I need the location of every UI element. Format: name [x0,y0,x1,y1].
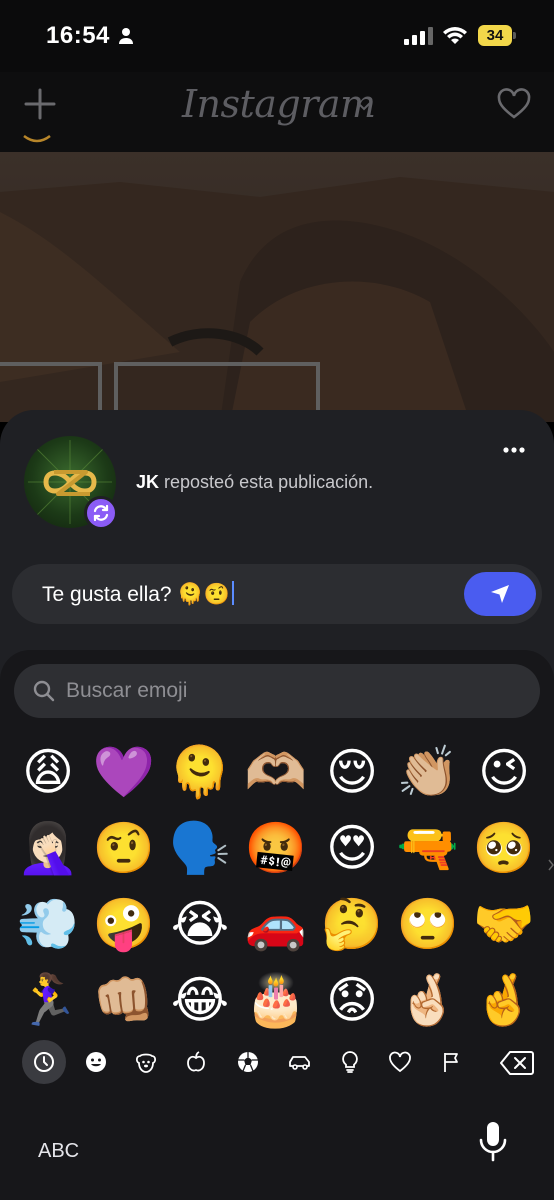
category-symbols[interactable] [380,1042,420,1082]
repost-caption: JK reposteó esta publicación. [136,472,373,493]
category-objects[interactable] [330,1042,370,1082]
category-food[interactable] [176,1042,216,1082]
send-icon [491,585,509,603]
emoji-key[interactable]: 🔫 [396,816,460,880]
emoji-key[interactable]: 😌 [320,740,384,804]
animals-icon [135,1053,157,1073]
comment-field: Te gusta ella? 🫠🤨 [42,581,234,607]
battery-level: 34 [478,25,512,46]
travel-icon [289,1056,310,1070]
emoji-key[interactable]: 🏃‍♀️ [16,968,80,1032]
emoji-key[interactable]: 😭 [168,892,232,956]
emoji-key[interactable]: 🎂 [244,968,308,1032]
emoji-key[interactable]: 🚗 [244,892,308,956]
emoji-key[interactable]: 🥺 [472,816,536,880]
battery-tip [513,32,516,39]
abc-key[interactable]: ABC [38,1140,79,1163]
symbols-icon [389,1051,411,1073]
heart-icon[interactable] [497,88,531,120]
category-activity[interactable] [228,1042,268,1082]
scroll-indicator-icon [548,859,554,871]
repost-badge [84,496,118,530]
emoji-keyboard: Buscar emoji 😩 💜 🫠 🫶🏼 😌 👏🏼 😉 🤦🏻‍♀️ 🤨 🗣️ 🤬 😍 🔫 🥺 💨 🤪 😭 🚗 🤔 🙄… [0,650,554,1200]
emoji-key[interactable]: 🙄 [396,892,460,956]
emoji-key[interactable]: 🤨 [92,816,156,880]
emoji-key[interactable]: 😉 [472,740,536,804]
emoji-key[interactable]: 😂 [168,968,232,1032]
recent-icon [34,1052,54,1072]
emoji-key[interactable]: 😟 [320,968,384,1032]
emoji-key[interactable]: 🫶🏼 [244,740,308,804]
emoji-key[interactable]: 💨 [16,892,80,956]
repost-icon [93,504,109,522]
emoji-key[interactable]: 🤔 [320,892,384,956]
wifi-icon [443,27,467,44]
category-recent[interactable] [22,1040,66,1084]
cellular-signal-icon [404,27,433,45]
text-caret [231,581,234,605]
emoji-category-bar [0,1038,554,1088]
emoji-key[interactable]: 👏🏼 [396,740,460,804]
person-icon [119,28,133,44]
emoji-key[interactable]: 🤪 [92,892,156,956]
smileys-icon [86,1052,106,1072]
emoji-search-input[interactable]: Buscar emoji [14,664,540,718]
emoji-key[interactable]: 💜 [92,740,156,804]
search-icon [33,680,55,702]
microphone-icon[interactable] [476,1120,510,1164]
emoji-key[interactable]: 🤞 [472,968,536,1032]
repost-username[interactable]: JK [136,472,159,492]
emoji-grid: 😩 💜 🫠 🫶🏼 😌 👏🏼 😉 🤦🏻‍♀️ 🤨 🗣️ 🤬 😍 🔫 🥺 💨 🤪 😭 🚗 🤔 🙄 🤝 🏃‍♀️ 👊🏼 😂 🎂 😟 🤞🏻 🤞 [0,740,554,1040]
post-photo [0,152,554,422]
category-animals[interactable] [126,1042,166,1082]
emoji-key[interactable]: 🤬 [244,816,308,880]
battery-indicator: 34 [478,25,516,46]
emoji-key[interactable]: 😍 [320,816,384,880]
comment-input[interactable]: Te gusta ella? 🫠🤨 [12,564,542,624]
emoji-key[interactable]: 👊🏼 [92,968,156,1032]
comment-text[interactable]: Te gusta ella? 🫠🤨 [42,583,230,606]
instagram-header: Instagram [0,72,554,152]
category-travel[interactable] [280,1042,320,1082]
objects-icon [342,1051,358,1073]
emoji-key[interactable]: 🤞🏻 [396,968,460,1032]
backspace-icon[interactable] [500,1050,534,1076]
instagram-logo[interactable]: Instagram [182,82,376,126]
status-bar: 16:54 34 [0,0,554,72]
activity-icon [238,1052,258,1072]
food-icon [187,1051,205,1072]
status-time: 16:54 [46,22,110,49]
emoji-key[interactable]: 🤝 [472,892,536,956]
emoji-key[interactable]: 🫠 [168,740,232,804]
flags-icon [444,1053,458,1072]
story-ring-icon [23,134,51,143]
emoji-key[interactable]: 🗣️ [168,816,232,880]
category-smileys[interactable] [76,1042,116,1082]
more-options-icon[interactable] [502,446,526,454]
repost-message: reposteó esta publicación. [164,472,374,492]
search-placeholder: Buscar emoji [66,679,188,702]
create-plus-icon[interactable] [22,86,58,122]
emoji-key[interactable]: 😩 [16,740,80,804]
emoji-key[interactable]: 🤦🏻‍♀️ [16,816,80,880]
send-button[interactable] [464,572,536,616]
category-flags[interactable] [432,1042,472,1082]
chevron-down-icon[interactable] [356,100,372,112]
